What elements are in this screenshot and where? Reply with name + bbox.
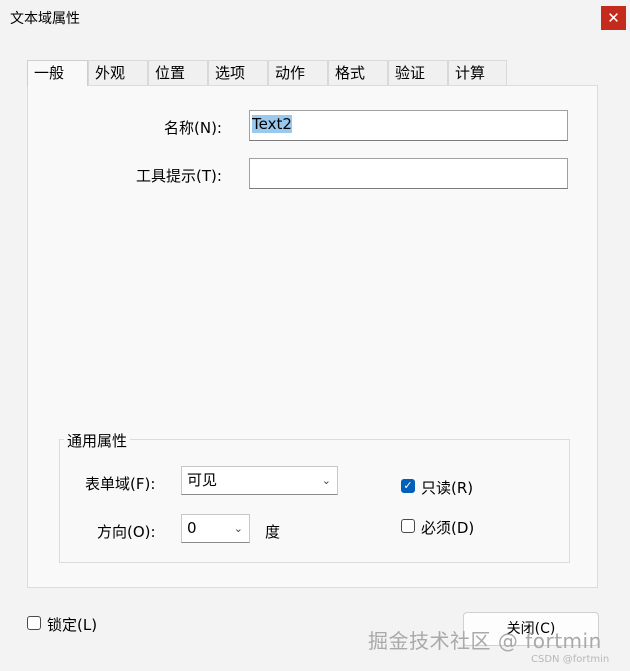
watermark-subtext: CSDN @fortmin <box>531 654 610 665</box>
orientation-value: 0 <box>187 519 197 537</box>
tab-validate[interactable]: 验证 <box>388 60 448 85</box>
form-field-label: 表单域(F): <box>85 475 156 493</box>
form-field-dropdown[interactable]: 可见 ⌄ <box>181 466 338 495</box>
checkmark-icon: ✓ <box>403 479 413 492</box>
chevron-down-icon: ⌄ <box>233 522 243 535</box>
watermark-text: 掘金技术社区 @ fortmin <box>368 629 602 653</box>
close-window-button[interactable]: ✕ <box>601 6 626 30</box>
locked-checkbox[interactable] <box>27 616 41 630</box>
tab-position[interactable]: 位置 <box>148 60 208 85</box>
tooltip-field[interactable] <box>249 158 568 189</box>
required-label: 必须(D) <box>421 519 475 537</box>
common-properties-title: 通用属性 <box>64 430 131 451</box>
readonly-checkbox[interactable]: ✓ <box>401 479 415 493</box>
required-checkbox[interactable] <box>401 519 415 533</box>
title-bar: 文本域属性 ✕ <box>0 0 630 34</box>
degree-label: 度 <box>265 523 281 541</box>
tab-options[interactable]: 选项 <box>208 60 268 85</box>
name-label: 名称(N): <box>164 119 222 137</box>
close-icon: ✕ <box>607 9 620 27</box>
tab-actions[interactable]: 动作 <box>268 60 328 85</box>
tab-general[interactable]: 一般 <box>27 60 88 86</box>
tab-calculate[interactable]: 计算 <box>448 60 507 85</box>
readonly-label: 只读(R) <box>421 479 474 497</box>
tab-appearance[interactable]: 外观 <box>88 60 148 85</box>
tab-format[interactable]: 格式 <box>328 60 388 85</box>
locked-label: 锁定(L) <box>47 616 98 634</box>
form-field-value: 可见 <box>187 471 218 489</box>
common-properties-group <box>59 439 570 563</box>
chevron-down-icon: ⌄ <box>321 474 331 487</box>
name-field-value: Text2 <box>252 115 292 133</box>
name-field[interactable]: Text2 <box>249 110 568 141</box>
tooltip-label: 工具提示(T): <box>136 167 222 185</box>
orientation-dropdown[interactable]: 0 ⌄ <box>181 514 250 543</box>
window-title: 文本域属性 <box>10 11 80 27</box>
orientation-label: 方向(O): <box>97 523 156 541</box>
